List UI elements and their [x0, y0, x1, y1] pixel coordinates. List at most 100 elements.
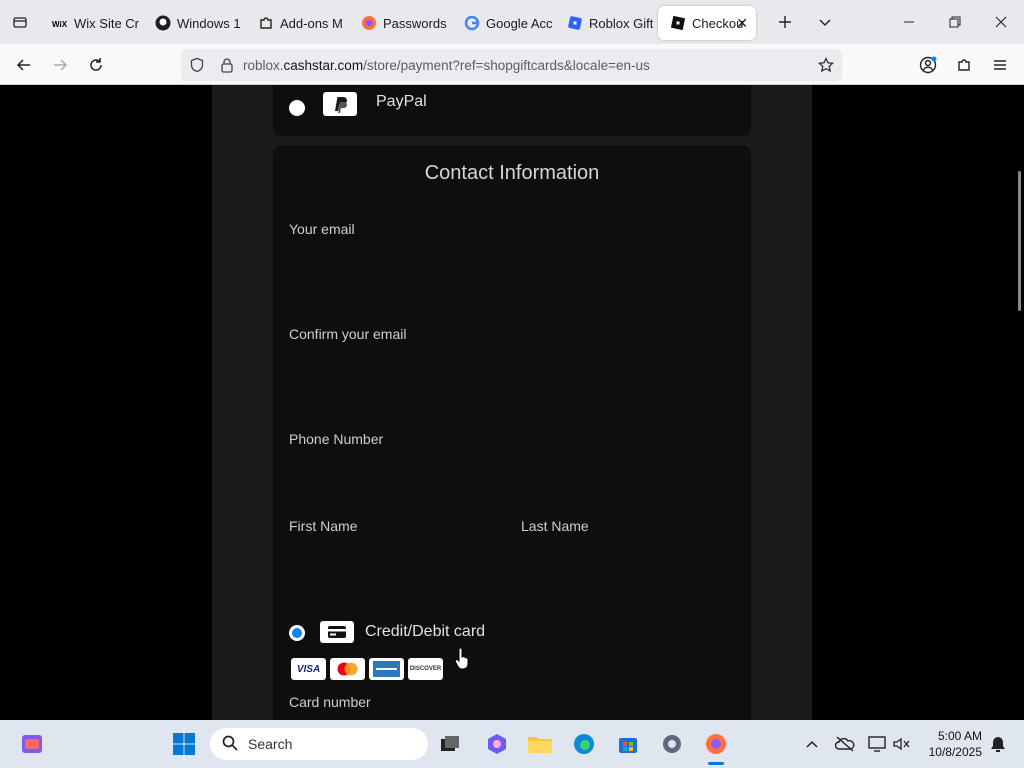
new-tab-button[interactable] [765, 0, 805, 44]
contact-heading: Contact Information [424, 162, 600, 184]
checkout-column: PayPal Contact Information Your email Co… [212, 85, 812, 720]
close-tab-icon[interactable]: ✕ [736, 15, 748, 32]
first-name-label: First Name [289, 518, 358, 534]
confirm-email-field[interactable] [289, 349, 735, 393]
paypal-payment-card[interactable]: PayPal [273, 85, 751, 136]
minimize-button[interactable] [886, 0, 932, 44]
onedrive-icon[interactable] [829, 728, 861, 760]
credit-debit-radio[interactable] [289, 625, 305, 641]
account-icon [919, 56, 937, 74]
discover-logo: DISCOVER [408, 658, 443, 680]
back-button[interactable] [9, 50, 39, 80]
email-label: Your email [289, 221, 355, 237]
tab-google[interactable]: Google Acc [452, 6, 555, 40]
close-window-button[interactable] [978, 0, 1024, 44]
visa-label: VISA [296, 663, 321, 675]
system-clock[interactable]: 5:00 AM 10/8/2025 [929, 728, 982, 760]
firefox-icon [361, 15, 377, 31]
tracking-shield-icon[interactable] [181, 57, 213, 73]
url-bar[interactable]: roblox.cashstar.com/store/payment?ref=sh… [181, 49, 842, 81]
tab-list-button[interactable] [0, 0, 40, 44]
tab-list-icon [13, 17, 27, 28]
tab-passwords[interactable]: Passwords [349, 6, 452, 40]
chevron-up-icon[interactable] [796, 728, 828, 760]
tab-title: Add-ons M [280, 15, 343, 31]
scrollbar-thumb[interactable] [1018, 171, 1021, 311]
plus-icon [779, 16, 791, 28]
visa-logo: VISA [291, 658, 326, 680]
url-text: roblox.cashstar.com/store/payment?ref=sh… [243, 58, 650, 73]
chevron-down-icon [819, 19, 831, 26]
copilot-widget-icon[interactable] [16, 728, 48, 760]
tab-github[interactable]: Windows 1 [143, 6, 246, 40]
tab-title: Google Acc [486, 15, 553, 31]
notification-icon[interactable] [982, 728, 1014, 760]
wix-icon: WiX [52, 15, 68, 31]
tab-title: Roblox Gift [589, 15, 654, 31]
tab-wix[interactable]: WiX Wix Site Cr [40, 6, 143, 40]
restore-button[interactable] [932, 0, 978, 44]
google-icon [464, 15, 480, 31]
phone-label: Phone Number [289, 431, 384, 447]
first-name-field[interactable] [289, 541, 504, 585]
last-name-label: Last Name [521, 518, 589, 534]
url-host: cashstar.com [283, 57, 364, 73]
extensions-button[interactable] [949, 50, 979, 80]
microsoft-store-icon[interactable] [612, 728, 644, 760]
taskbar: Search 5:00 AM 10/8/2025 [0, 720, 1024, 768]
roblox-checkout-icon [670, 15, 686, 31]
reload-button[interactable] [81, 50, 111, 80]
hand-cursor-icon [454, 647, 470, 675]
lock-icon[interactable] [213, 57, 241, 73]
tab-checkout[interactable]: Checkou ✕ [658, 6, 756, 40]
contact-information-card: Contact Information Your email Confirm y… [273, 146, 751, 720]
bookmark-star-icon[interactable] [817, 56, 835, 76]
account-button[interactable] [913, 50, 943, 80]
puzzle-icon [958, 59, 970, 71]
minimize-icon [904, 21, 914, 23]
volume-muted-icon[interactable] [886, 728, 918, 760]
tab-title: Wix Site Cr [74, 15, 139, 31]
firefox-taskbar-icon[interactable] [700, 728, 732, 765]
card-number-label: Card number [289, 694, 371, 710]
hamburger-menu-icon [994, 60, 1006, 70]
url-path: /store/payment?ref=shopgiftcards&locale=… [363, 57, 650, 73]
tab-roblox-gift[interactable]: Roblox Gift [555, 6, 658, 40]
app-menu-button[interactable] [985, 50, 1015, 80]
tab-title: Windows 1 [177, 15, 241, 31]
github-icon [155, 15, 171, 31]
credit-debit-option[interactable]: Credit/Debit card [273, 616, 751, 646]
start-button[interactable] [168, 728, 200, 760]
search-placeholder: Search [248, 736, 293, 752]
page-scrollbar[interactable] [1016, 85, 1024, 720]
confirm-email-label: Confirm your email [289, 326, 407, 342]
paypal-label: PayPal [376, 93, 427, 110]
phone-field[interactable] [289, 454, 735, 498]
arrow-right-icon [54, 59, 68, 71]
paypal-icon [323, 92, 357, 116]
mastercard-logo [330, 658, 365, 680]
tab-title: Passwords [383, 15, 447, 31]
windows-icon [173, 733, 195, 755]
last-name-field[interactable] [521, 541, 736, 585]
list-all-tabs-button[interactable] [805, 0, 845, 44]
forward-button[interactable] [45, 50, 75, 80]
restore-icon [949, 16, 961, 28]
tab-addons[interactable]: Add-ons M [246, 6, 349, 40]
email-field[interactable] [289, 244, 735, 288]
clock-time: 5:00 AM [937, 729, 982, 743]
navigation-bar: roblox.cashstar.com/store/payment?ref=sh… [0, 44, 1024, 85]
paypal-radio[interactable] [289, 100, 305, 116]
copilot-icon[interactable] [481, 728, 513, 760]
url-prefix: roblox. [243, 57, 284, 73]
close-icon [995, 16, 1007, 28]
clock-date: 10/8/2025 [928, 745, 982, 759]
edge-icon[interactable] [568, 728, 600, 760]
file-explorer-icon[interactable] [524, 728, 556, 760]
reload-icon [90, 58, 102, 71]
amex-logo [369, 658, 404, 680]
settings-icon[interactable] [656, 728, 688, 760]
credit-card-icon [320, 621, 354, 643]
taskbar-search[interactable]: Search [210, 728, 428, 760]
task-view-icon[interactable] [434, 728, 466, 760]
